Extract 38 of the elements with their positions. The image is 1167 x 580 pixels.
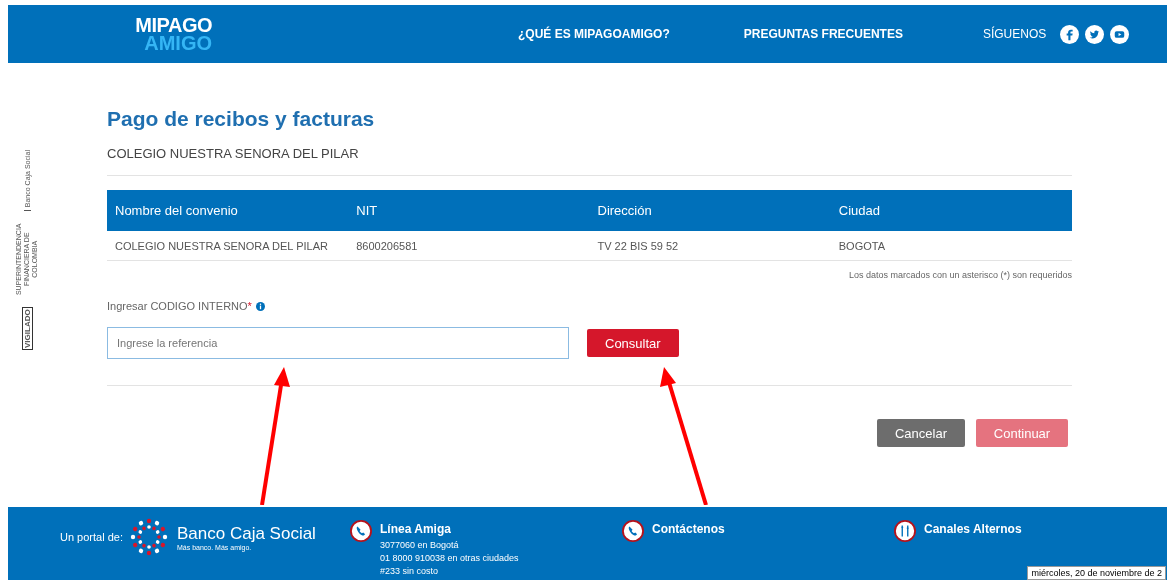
table-cell: COLEGIO NUESTRA SENORA DEL PILAR	[107, 231, 349, 261]
column-header: Ciudad	[830, 190, 1072, 231]
facebook-icon[interactable]	[1060, 24, 1080, 44]
twitter-icon[interactable]	[1085, 24, 1105, 44]
phone-icon[interactable]	[350, 520, 372, 542]
column-header: Nombre del convenio	[107, 190, 349, 231]
footer-heading[interactable]: Línea Amiga	[380, 522, 519, 536]
logo[interactable]: MIPAGO AMIGO	[100, 16, 212, 52]
bank-name: Banco Caja Social	[177, 523, 316, 544]
nav-link[interactable]: ¿QUÉ ES MIPAGOAMIGO?	[518, 27, 670, 41]
footer-text: #233 sin costo	[380, 565, 440, 578]
footer-text: 3077060 en Bogotá	[380, 539, 460, 552]
query-button[interactable]: Consultar	[587, 329, 679, 357]
nav-link[interactable]: PREGUNTAS FRECUENTES	[743, 27, 903, 41]
page-title: Pago de recibos y facturas	[107, 107, 376, 131]
column-header: NIT	[348, 190, 590, 231]
required-note: Los datos marcados con un asterisco (*) son requeridos	[847, 270, 1072, 280]
footer-heading[interactable]: Canales Alternos	[924, 522, 1022, 536]
info-icon[interactable]	[255, 301, 265, 311]
portal-label: Un portal de:	[60, 531, 123, 543]
footer-heading[interactable]: Contáctenos	[652, 522, 725, 536]
table-cell: TV 22 BIS 59 52	[589, 231, 831, 261]
follow-label: SÍGUENOS	[982, 27, 1047, 41]
bank-logo-icon[interactable]	[129, 517, 169, 557]
field-label: Ingresar CODIGO INTERNO	[107, 300, 248, 312]
table-cell: BOGOTA	[830, 231, 1072, 261]
tools-icon[interactable]	[894, 520, 916, 542]
cancel-button[interactable]: Cancelar	[877, 419, 965, 447]
table-cell: 8600206581	[348, 231, 590, 261]
youtube-icon[interactable]	[1110, 24, 1130, 44]
seal-badge: VIGILADO	[21, 307, 33, 350]
footer-text: 01 8000 910038 en otras ciudades	[380, 552, 519, 565]
merchant-name: COLEGIO NUESTRA SENORA DEL PILAR	[107, 146, 1072, 176]
phone-icon[interactable]	[622, 520, 644, 542]
column-header: Dirección	[589, 190, 831, 231]
required-mark: *	[247, 300, 252, 312]
date-tooltip: miércoles, 20 de noviembre de 2	[1027, 566, 1166, 580]
reference-input[interactable]: Ingrese la referencia	[107, 327, 569, 359]
